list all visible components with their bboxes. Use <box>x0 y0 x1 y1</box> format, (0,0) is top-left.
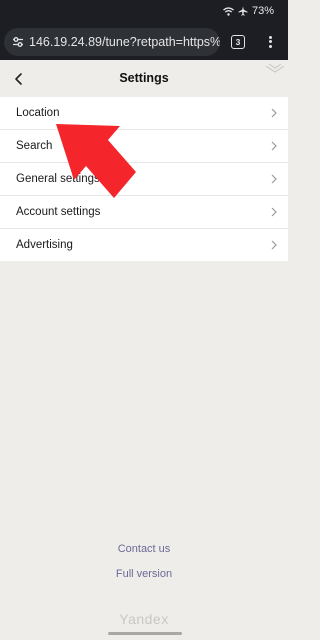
page-title: Settings <box>119 71 169 85</box>
chevron-right-icon <box>271 207 277 217</box>
settings-item-label: Account settings <box>16 206 101 218</box>
brand-logo: Yandex <box>119 611 169 627</box>
settings-item-label: Search <box>16 140 53 152</box>
gesture-bar[interactable] <box>108 632 182 635</box>
settings-item-general[interactable]: General settings <box>0 163 288 196</box>
settings-item-label: Advertising <box>16 239 73 251</box>
settings-item-label: Location <box>16 107 60 119</box>
more-menu-icon[interactable] <box>264 34 276 50</box>
settings-item-account[interactable]: Account settings <box>0 196 288 229</box>
settings-item-search[interactable]: Search <box>0 130 288 163</box>
chevron-right-icon <box>271 108 277 118</box>
airplane-mode-icon <box>238 6 248 16</box>
settings-item-location[interactable]: Location <box>0 97 288 130</box>
full-version-link[interactable]: Full version <box>0 568 288 580</box>
chevron-right-icon <box>271 141 277 151</box>
chevron-right-icon <box>271 174 277 184</box>
battery-level: 73% <box>251 5 274 17</box>
status-bar: 73% <box>0 0 288 24</box>
page-header: Settings <box>0 60 288 97</box>
browser-toolbar: 146.19.24.89/tune?retpath=https% 3 <box>0 24 288 60</box>
double-chevron-icon <box>264 62 286 74</box>
wifi-icon <box>223 6 234 16</box>
tab-switcher-button[interactable]: 3 <box>231 35 245 49</box>
settings-list: Location Search General settings Account… <box>0 97 288 261</box>
url-text[interactable]: 146.19.24.89/tune?retpath=https% <box>29 35 220 49</box>
address-bar[interactable]: 146.19.24.89/tune?retpath=https% <box>4 28 220 56</box>
site-settings-icon[interactable] <box>11 35 25 49</box>
settings-item-label: General settings <box>16 173 100 185</box>
chevron-right-icon <box>271 240 277 250</box>
contact-us-link[interactable]: Contact us <box>0 543 288 555</box>
settings-item-advertising[interactable]: Advertising <box>0 229 288 261</box>
status-icons: 73% <box>223 5 274 17</box>
